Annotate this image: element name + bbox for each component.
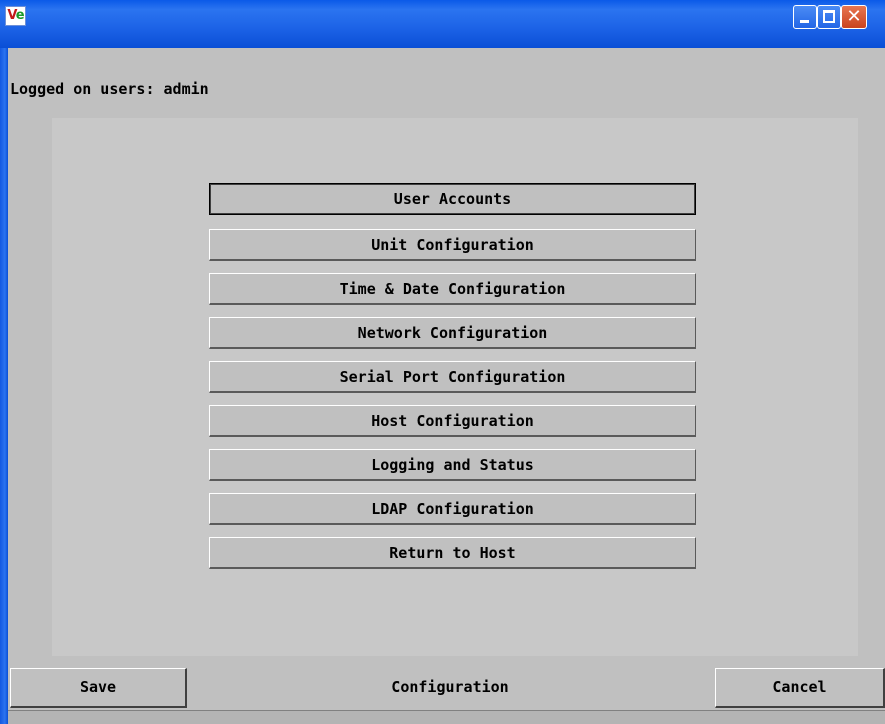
app-logo-letter-v: V [7,8,16,23]
close-button[interactable]: ✕ [841,5,867,29]
maximize-button[interactable] [817,5,841,29]
serial-port-configuration-button[interactable]: Serial Port Configuration [209,361,696,393]
network-configuration-button[interactable]: Network Configuration [209,317,696,349]
save-button[interactable]: Save [10,668,187,708]
window-left-border [0,48,8,724]
cancel-button[interactable]: Cancel [715,668,885,708]
time-date-configuration-button[interactable]: Time & Date Configuration [209,273,696,305]
app-window: Ve ✕ Logged on users: admin User Account… [0,0,885,724]
logging-and-status-button[interactable]: Logging and Status [209,449,696,481]
logged-on-users-label: Logged on users: admin [10,80,209,98]
ldap-configuration-button[interactable]: LDAP Configuration [209,493,696,525]
app-logo-icon: Ve [5,6,26,26]
maximize-icon [823,10,835,23]
footer-title: Configuration [391,678,509,696]
minimize-icon [800,20,809,23]
minimize-button[interactable] [793,5,817,29]
app-logo-letter-e: e [15,8,25,23]
host-configuration-button[interactable]: Host Configuration [209,405,696,437]
title-bar[interactable]: Ve ✕ [0,0,885,48]
close-icon: ✕ [846,6,862,27]
user-accounts-button[interactable]: User Accounts [209,183,696,215]
return-to-host-button[interactable]: Return to Host [209,537,696,569]
status-strip [8,710,885,724]
unit-configuration-button[interactable]: Unit Configuration [209,229,696,261]
